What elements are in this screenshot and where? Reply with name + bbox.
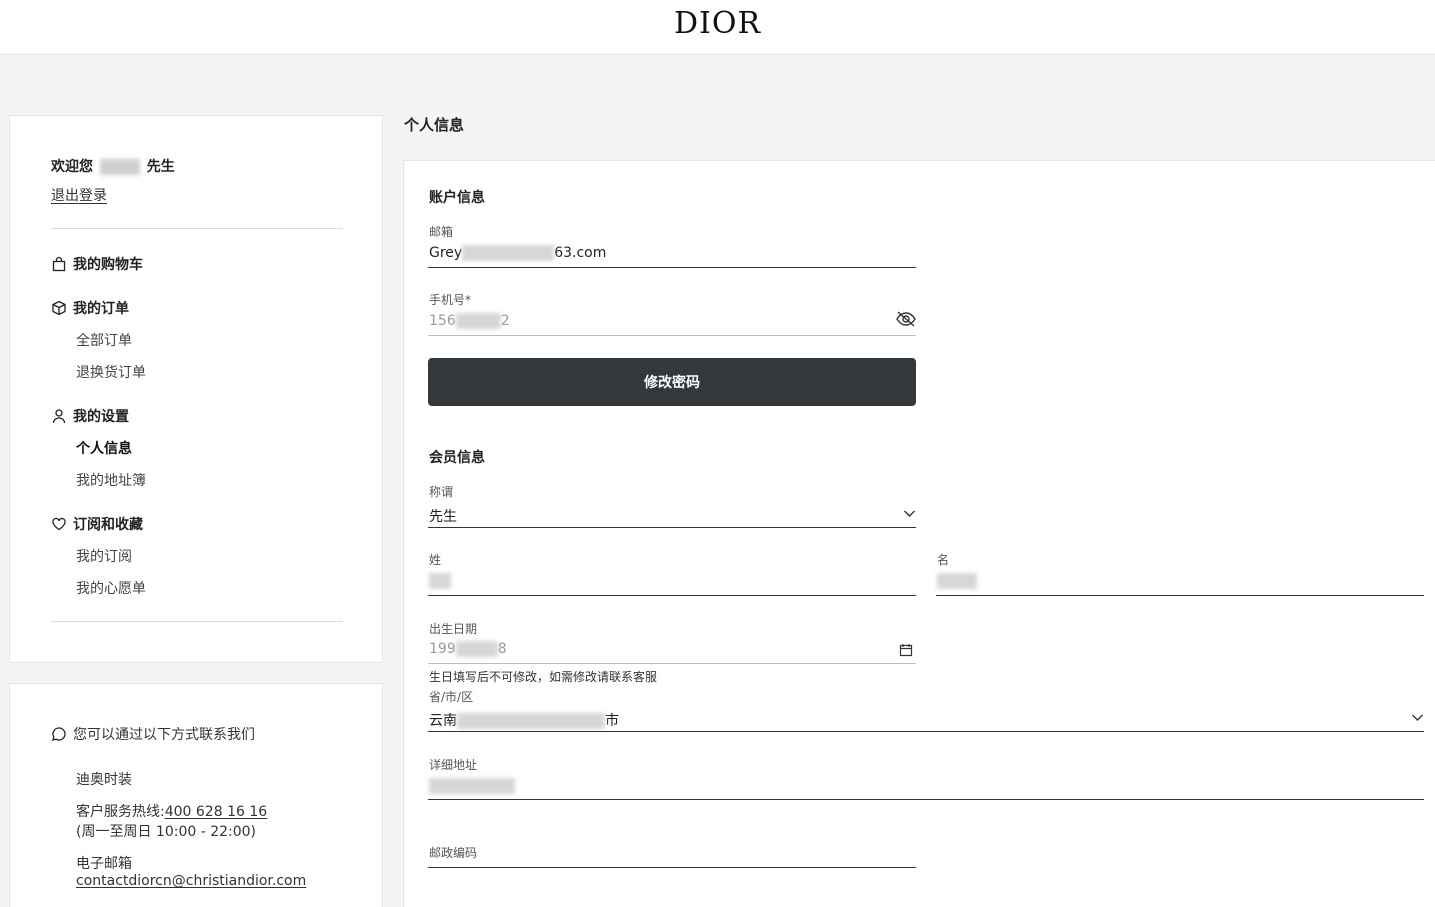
birth-date-hint: 生日填写后不可修改，如需修改请联系客服 <box>429 670 658 684</box>
email-suffix: 63.com <box>554 245 607 261</box>
region-suffix: 市 <box>605 713 619 729</box>
email-label: 邮箱 <box>429 225 454 239</box>
welcome-suffix: 先生 <box>146 159 175 175</box>
salutation-label: 称谓 <box>429 485 454 499</box>
contact-brand: 迪奥时装 <box>76 772 132 788</box>
page-title: 个人信息 <box>404 116 465 134</box>
eye-off-icon[interactable] <box>895 310 917 328</box>
surname-underline <box>428 595 916 596</box>
account-sidebar: 欢迎您 先生 退出登录 我的购物车 我的订单 全部订单 退换货订单 我的设置 个… <box>9 115 383 663</box>
given-name-field[interactable] <box>937 573 977 589</box>
salutation-underline <box>428 527 916 528</box>
calendar-icon[interactable] <box>899 643 913 657</box>
phone-field[interactable]: 156 2 <box>429 313 510 329</box>
change-password-button[interactable]: 修改密码 <box>428 358 916 406</box>
personal-info-card <box>403 160 1435 907</box>
nav-settings[interactable]: 我的设置 <box>51 406 129 426</box>
top-header: DIOR <box>0 0 1435 55</box>
region-select[interactable]: 云南 市 <box>429 710 619 730</box>
postcode-label: 邮政编码 <box>429 846 478 860</box>
nav-address-book[interactable]: 我的地址簿 <box>76 470 146 490</box>
contact-title-text: 您可以通过以下方式联系我们 <box>73 727 255 743</box>
redacted-text <box>429 573 451 589</box>
birth-date-field[interactable]: 199 8 <box>429 641 507 657</box>
redacted-text <box>462 245 555 261</box>
redacted-name <box>99 159 140 175</box>
nav-personal-info[interactable]: 个人信息 <box>76 438 132 458</box>
welcome-message: 欢迎您 先生 <box>51 156 175 176</box>
shopping-bag-icon <box>52 256 66 272</box>
user-icon <box>52 409 66 424</box>
postcode-underline[interactable] <box>428 867 916 868</box>
nav-my-subscriptions[interactable]: 我的订阅 <box>76 546 132 566</box>
contact-hotline: 客户服务热线:400 628 16 16 <box>76 801 267 821</box>
phone-label: 手机号* <box>429 293 472 307</box>
address-label: 详细地址 <box>429 758 478 772</box>
phone-prefix: 156 <box>429 313 456 329</box>
nav-settings-label: 我的设置 <box>73 409 129 425</box>
birth-date-underline <box>428 663 916 664</box>
email-prefix: Grey <box>429 245 463 261</box>
redacted-text <box>455 313 501 329</box>
region-label: 省/市/区 <box>429 690 474 704</box>
given-name-label: 名 <box>937 553 950 567</box>
nav-subscriptions[interactable]: 订阅和收藏 <box>51 514 143 534</box>
nav-all-orders[interactable]: 全部订单 <box>76 330 132 350</box>
contact-card: 您可以通过以下方式联系我们 迪奥时装 客户服务热线:400 628 16 16 … <box>9 683 383 907</box>
divider <box>51 228 343 229</box>
redacted-text <box>455 641 498 657</box>
address-field[interactable] <box>429 778 515 794</box>
divider <box>51 621 343 622</box>
nav-wishlist[interactable]: 我的心愿单 <box>76 578 146 598</box>
logout-link[interactable]: 退出登录 <box>51 185 107 205</box>
contact-hours: (周一至周日 10:00 - 22:00) <box>76 824 257 840</box>
nav-orders-label: 我的订单 <box>73 301 129 317</box>
nav-returns[interactable]: 退换货订单 <box>76 362 146 382</box>
given-name-underline <box>936 595 1424 596</box>
email-field[interactable]: Grey 63.com <box>429 245 606 261</box>
contact-title: 您可以通过以下方式联系我们 <box>51 724 255 744</box>
salutation-select[interactable]: 先生 <box>429 506 457 526</box>
redacted-text <box>457 713 605 729</box>
account-section-title: 账户信息 <box>429 190 485 206</box>
member-section-title: 会员信息 <box>429 450 485 466</box>
welcome-prefix: 欢迎您 <box>51 159 93 175</box>
chat-bubble-icon <box>52 727 66 741</box>
region-prefix: 云南 <box>429 713 457 729</box>
phone-suffix: 2 <box>500 313 510 329</box>
redacted-text <box>937 573 977 589</box>
dior-logo[interactable]: DIOR <box>0 6 1435 41</box>
package-icon <box>52 300 66 316</box>
contact-email-label: 电子邮箱 <box>76 856 132 872</box>
redacted-text <box>429 778 515 794</box>
nav-cart[interactable]: 我的购物车 <box>51 254 143 274</box>
birth-suffix: 8 <box>497 641 507 657</box>
nav-cart-label: 我的购物车 <box>73 257 143 273</box>
nav-subscriptions-label: 订阅和收藏 <box>73 517 143 533</box>
email-underline <box>428 267 916 268</box>
region-underline <box>428 731 1424 732</box>
heart-icon <box>52 517 66 531</box>
hotline-link[interactable]: 400 628 16 16 <box>165 804 267 820</box>
address-underline <box>428 799 1424 800</box>
surname-label: 姓 <box>429 553 442 567</box>
hotline-label: 客户服务热线: <box>76 804 165 820</box>
chevron-down-icon[interactable] <box>1411 713 1424 722</box>
birth-prefix: 199 <box>429 641 456 657</box>
contact-email-link[interactable]: contactdiorcn@christiandior.com <box>76 873 306 889</box>
birth-date-label: 出生日期 <box>429 622 478 636</box>
chevron-down-icon[interactable] <box>903 509 916 518</box>
surname-field[interactable] <box>429 573 451 589</box>
phone-underline <box>428 335 916 336</box>
nav-orders[interactable]: 我的订单 <box>51 298 129 318</box>
